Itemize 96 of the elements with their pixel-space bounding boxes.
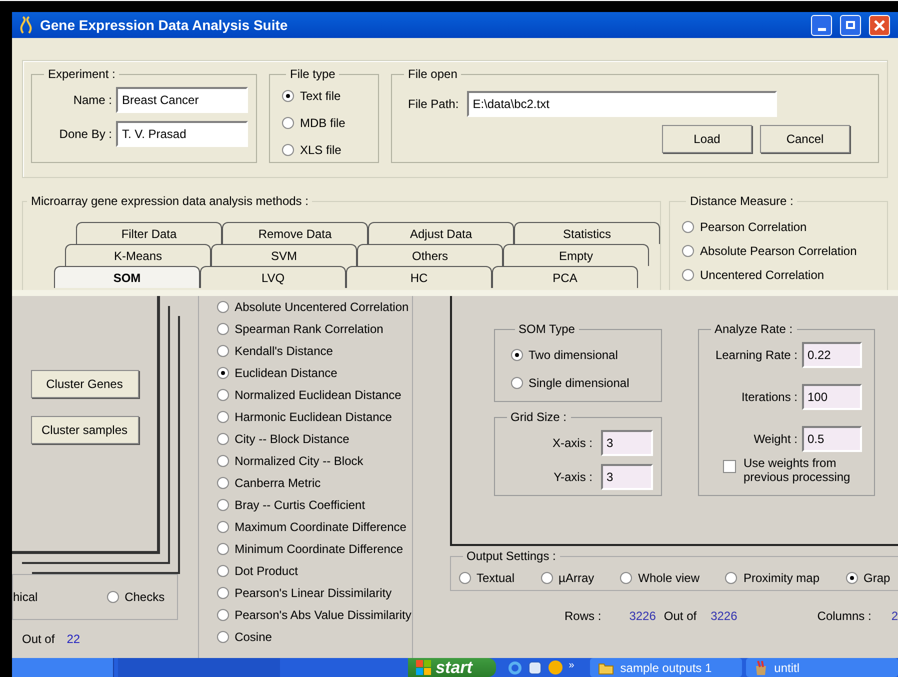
app-icon[interactable] (528, 660, 542, 674)
radio-option[interactable]: µArray (540, 569, 594, 587)
input-field[interactable]: T. V. Prasad (116, 121, 248, 147)
windows-logo-icon (416, 660, 432, 675)
count-label: Out of (22, 631, 55, 648)
radio-option[interactable]: Checks (106, 588, 165, 606)
window-title: Gene Expression Data Analysis Suite (40, 16, 289, 35)
field-label: X-axis : (552, 435, 592, 452)
app-icon (20, 16, 32, 34)
tab[interactable]: Statistics (514, 222, 660, 244)
group-label: Output Settings : (466, 548, 557, 565)
close-icon (874, 20, 885, 30)
field-label: Learning Rate : (715, 347, 798, 364)
tab[interactable]: HC (346, 266, 492, 288)
radio-option[interactable]: Grap (846, 569, 890, 587)
rows-label: Rows : (564, 608, 602, 625)
group-label: Analyze Rate : (714, 321, 794, 338)
radio-option[interactable]: Two dimensional (510, 346, 644, 364)
tab[interactable]: Remove Data (222, 222, 368, 244)
columns-label: Columns : (817, 608, 872, 625)
radio-option[interactable]: Absolute Pearson Correlation (682, 242, 875, 260)
total-value: 3226 (710, 608, 738, 625)
tab[interactable]: K-Means (65, 244, 211, 266)
field-label: Done By : (58, 126, 112, 143)
browser-icon[interactable] (508, 660, 522, 674)
tab[interactable]: Others (357, 244, 503, 266)
input-field[interactable]: 0.5 (802, 426, 862, 452)
radio-option[interactable]: Dot Product (216, 562, 412, 579)
radio-option[interactable]: Cosine (216, 628, 412, 645)
radio-option[interactable]: Proximity map (725, 569, 820, 587)
group-label: Grid Size : (510, 409, 568, 426)
radio-option[interactable]: Single dimensional (510, 374, 644, 392)
option-label: hical (13, 589, 38, 606)
push-button[interactable]: Cluster samples (30, 416, 138, 444)
radio-option[interactable]: Whole view (620, 569, 700, 587)
field-label: File Path: (408, 96, 459, 113)
group-label: SOM Type (518, 321, 576, 338)
start-button[interactable]: start (408, 658, 496, 677)
radio-option[interactable]: Euclidean Distance (216, 364, 412, 381)
input-field[interactable]: Breast Cancer (116, 87, 248, 113)
minimize-button[interactable] (811, 14, 832, 36)
close-button[interactable] (869, 14, 890, 36)
restore-button[interactable] (840, 14, 861, 36)
push-button[interactable]: Cancel (760, 125, 850, 153)
input-field[interactable]: E:\data\bc2.txt (466, 91, 777, 117)
folder-icon (598, 660, 614, 674)
tab[interactable]: Adjust Data (368, 222, 514, 244)
paint-icon (754, 660, 768, 676)
input-field[interactable]: 100 (802, 384, 862, 410)
group-label: File open (407, 66, 458, 83)
rows-value: 3226 (629, 608, 656, 625)
field-label: Weight : (754, 431, 798, 448)
radio-option[interactable]: Maximum Coordinate Difference (216, 518, 412, 535)
tab[interactable]: LVQ (200, 266, 346, 288)
tab[interactable]: SOM (54, 266, 200, 288)
radio-option[interactable]: Spearman Rank Correlation (216, 320, 412, 337)
tab[interactable]: PCA (492, 266, 638, 288)
radio-option[interactable]: Text file (282, 87, 366, 105)
columns-value: 2 (891, 608, 898, 625)
radio-option[interactable]: Normalized City -- Block (216, 452, 412, 469)
field-label: Iterations : (741, 389, 798, 406)
tab[interactable]: Filter Data (76, 222, 222, 244)
radio-option[interactable]: MDB file (282, 114, 366, 132)
radio-option[interactable]: Pearson's Abs Value Dissimilarity (216, 606, 412, 623)
radio-option[interactable]: Canberra Metric (216, 474, 412, 491)
out-of-label: Out of (664, 608, 697, 625)
radio-option[interactable]: Normalized Euclidean Distance (216, 386, 412, 403)
push-button[interactable]: Cluster Genes (30, 370, 138, 398)
input-field[interactable]: 3 (600, 430, 652, 456)
taskbar-button[interactable]: untitl (746, 658, 898, 677)
group-label: File type (289, 66, 336, 83)
input-field[interactable]: 3 (600, 464, 652, 490)
radio-option[interactable]: Minimum Coordinate Difference (216, 540, 412, 557)
group-label: Distance Measure : (689, 193, 794, 210)
field-label: Y-axis : (554, 469, 592, 486)
radio-option[interactable]: Kendall's Distance (216, 342, 412, 359)
radio-option[interactable]: Bray -- Curtis Coefficient (216, 496, 412, 513)
input-field[interactable]: 0.22 (802, 342, 862, 368)
field-label: Name : (72, 92, 112, 109)
radio-option[interactable]: Pearson's Linear Dissimilarity (216, 584, 412, 601)
more-button[interactable]: » (568, 658, 574, 673)
radio-option[interactable]: Absolute Uncentered Correlation (216, 298, 412, 315)
radio-option[interactable]: Uncentered Correlation (682, 266, 875, 284)
group-label: Experiment : (47, 66, 116, 83)
push-button[interactable]: Load (662, 125, 752, 153)
count-value: 22 (66, 631, 80, 648)
checkbox-option[interactable]: Use weights from previous processing (722, 456, 866, 484)
radio-option[interactable]: XLS file (282, 141, 366, 159)
group-label: Microarray gene expression data analysis methods : (30, 193, 310, 210)
tab[interactable]: Empty (503, 244, 649, 266)
radio-option[interactable]: Harmonic Euclidean Distance (216, 408, 412, 425)
taskbar-button[interactable]: sample outputs 1 (590, 658, 742, 677)
radio-option[interactable]: Pearson Correlation (682, 218, 875, 236)
tab[interactable]: SVM (211, 244, 357, 266)
radio-option[interactable]: City -- Block Distance (216, 430, 412, 447)
radio-option[interactable]: Textual (458, 569, 515, 587)
